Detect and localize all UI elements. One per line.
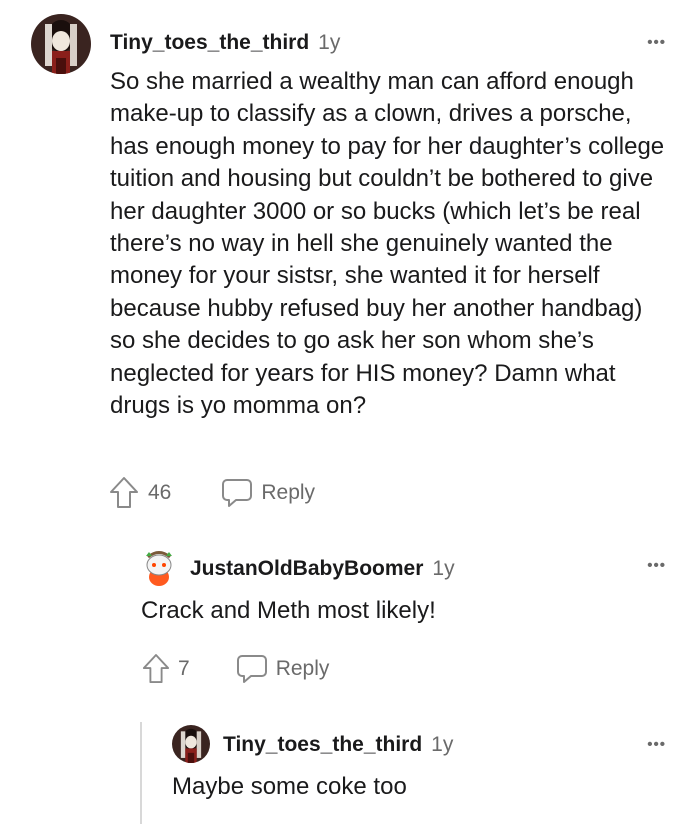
more-options-icon[interactable]: ••• [647, 737, 666, 752]
upvote-count: 46 [148, 481, 172, 504]
reply-label: Reply [261, 481, 316, 504]
username[interactable]: Tiny_toes_the_third [223, 733, 422, 757]
reply-button[interactable]: Reply [221, 478, 315, 508]
comment-meta: JustanOldBabyBoomer 1y [190, 557, 455, 581]
comment-body: Crack and Meth most likely! [141, 597, 436, 624]
comment-age: 1y [432, 557, 455, 580]
more-options-icon[interactable]: ••• [647, 558, 666, 573]
user-avatar[interactable] [172, 725, 210, 763]
comment-body: So she married a wealthy man can afford … [110, 68, 665, 420]
avatar-snoo-icon [143, 550, 175, 588]
username[interactable]: Tiny_toes_the_third [110, 31, 309, 55]
upvote-arrow-icon[interactable] [109, 476, 139, 510]
user-avatar[interactable] [31, 14, 91, 74]
upvote-control: 46 [109, 476, 171, 510]
comment-age: 1y [318, 31, 341, 54]
comment-body: Maybe some coke too [172, 773, 407, 800]
comment-age: 1y [431, 733, 454, 756]
reply-button[interactable]: Reply [236, 654, 330, 684]
more-options-icon[interactable]: ••• [647, 35, 666, 50]
speech-bubble-icon [236, 655, 267, 683]
avatar-dark-figure-icon [31, 14, 91, 74]
upvote-count: 7 [178, 657, 190, 680]
comment-3: Tiny_toes_the_third 1y ••• Maybe some co… [0, 715, 700, 824]
comment-actions: 46 Reply [109, 476, 315, 510]
comment-2: JustanOldBabyBoomer 1y ••• Crack and Met… [0, 540, 700, 700]
avatar-dark-figure-icon [172, 725, 210, 763]
upvote-control: 7 [142, 653, 190, 685]
user-avatar[interactable] [143, 550, 175, 588]
comment-1: Tiny_toes_the_third 1y ••• So she marrie… [0, 0, 700, 530]
comment-meta: Tiny_toes_the_third 1y [110, 31, 340, 55]
username[interactable]: JustanOldBabyBoomer [190, 557, 423, 581]
upvote-arrow-icon[interactable] [142, 653, 170, 685]
comment-actions: 7 Reply [142, 653, 329, 685]
speech-bubble-icon [222, 479, 253, 507]
reply-label: Reply [275, 657, 330, 680]
comment-meta: Tiny_toes_the_third 1y [223, 733, 453, 757]
